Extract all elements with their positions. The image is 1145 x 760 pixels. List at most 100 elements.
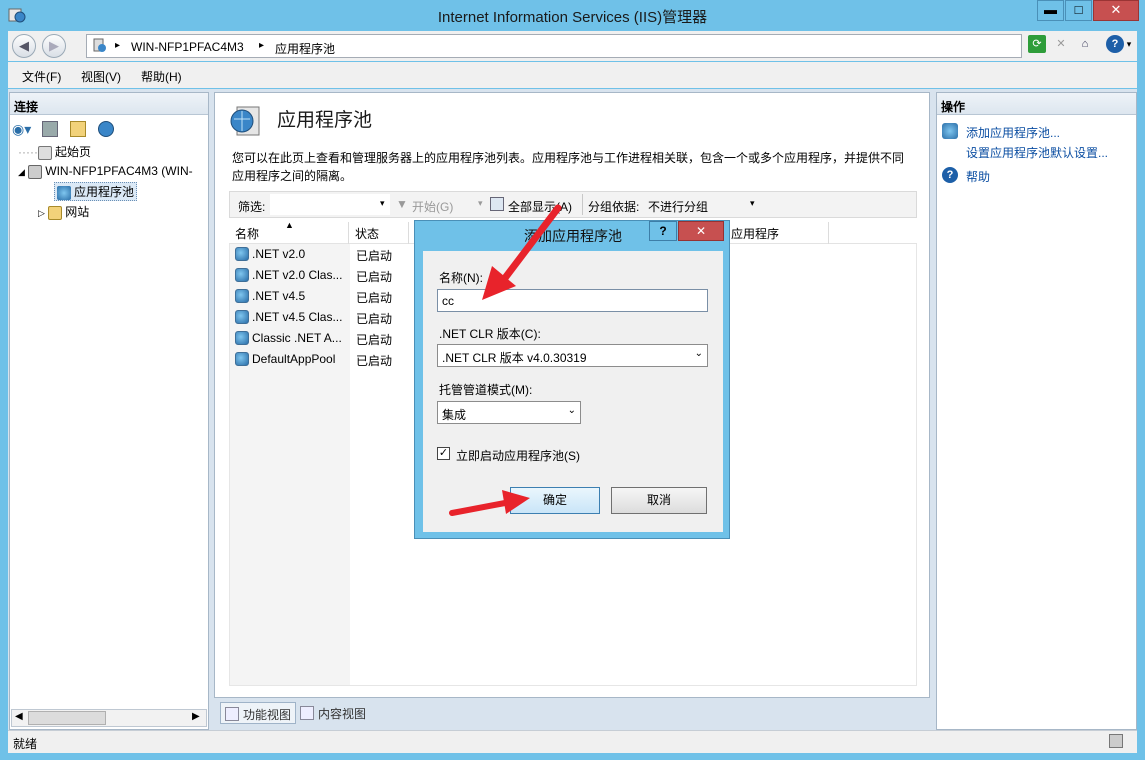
menu-help[interactable]: 帮助(H)	[141, 68, 182, 85]
maximize-button[interactable]: □	[1065, 0, 1092, 21]
autostart-label: 立即启动应用程序池(S)	[456, 449, 580, 463]
clr-version-select[interactable]: .NET CLR 版本 v4.0.30319 ⌄	[437, 344, 708, 367]
column-status[interactable]: 状态	[349, 222, 409, 244]
dialog-help-button[interactable]: ?	[649, 221, 677, 241]
server-icon	[28, 164, 43, 179]
window-title: Internet Information Services (IIS)管理器	[437, 9, 708, 26]
server-icon	[91, 37, 107, 56]
app-pool-icon	[235, 289, 249, 303]
status-text: 就绪	[13, 737, 38, 751]
start-dropdown-icon[interactable]: ▾	[478, 198, 483, 209]
menu-view[interactable]: 视图(V)	[81, 68, 121, 85]
connect-globe-icon[interactable]: ◉▾	[12, 121, 31, 138]
connections-toolbar: ◉▾	[12, 119, 206, 141]
pipeline-mode-label: 托管管道模式(M):	[439, 383, 533, 397]
tree-app-pools[interactable]: 应用程序池	[54, 182, 138, 201]
chevron-down-icon: ⌄	[567, 405, 576, 416]
list-item[interactable]: .NET v2.0 Clas... 已启动	[230, 265, 430, 286]
clr-version-label: .NET CLR 版本(C):	[439, 327, 541, 341]
page-title: 应用程序池	[277, 110, 373, 131]
list-item[interactable]: .NET v2.0 已启动	[230, 244, 430, 265]
content-view-icon	[300, 706, 314, 720]
close-button[interactable]: ✕	[1093, 0, 1139, 21]
group-by-label: 分组依据:	[588, 200, 640, 214]
scroll-left-icon[interactable]: ◀	[15, 711, 23, 722]
set-pool-defaults-link[interactable]: 设置应用程序池默认设置...	[966, 144, 1108, 161]
app-pool-icon	[235, 331, 249, 345]
status-bar: 就绪	[8, 730, 1137, 753]
title-bar: Internet Information Services (IIS)管理器 ▬…	[0, 0, 1145, 30]
help-icon[interactable]: ?	[1106, 35, 1124, 53]
breadcrumb-separator: ▸	[115, 40, 121, 51]
toolbar-divider	[582, 194, 583, 215]
app-pool-icon	[235, 310, 249, 324]
help-dropdown-icon[interactable]: ▾	[1124, 35, 1134, 53]
show-all-button[interactable]: 全部显示(A)	[508, 198, 572, 215]
expanded-icon: ◢	[18, 167, 25, 177]
tab-content-view[interactable]: 内容视图	[296, 702, 370, 724]
breadcrumb-separator: ▸	[259, 40, 265, 51]
refresh-icon[interactable]: ⟳	[1028, 35, 1046, 53]
connections-pane: 连接 ◉▾ ····· 起始页 ◢ WIN-NFP1PFAC4M3 (WIN- 应…	[9, 92, 209, 730]
app-pool-icon	[235, 247, 249, 261]
actions-pane: 操作 添加应用程序池... 设置应用程序池默认设置... ? 帮助	[936, 92, 1137, 730]
filter-dropdown-icon[interactable]: ▾	[380, 198, 385, 209]
features-view-icon	[225, 707, 239, 721]
disconnect-icon[interactable]	[98, 121, 114, 137]
start-filter-button[interactable]: 开始(G)	[412, 198, 453, 215]
back-button[interactable]: ◀	[12, 34, 36, 58]
dialog-close-button[interactable]: ✕	[678, 221, 724, 241]
filter-input[interactable]	[270, 194, 390, 215]
autostart-checkbox[interactable]: ✓	[437, 447, 450, 460]
back-arrow-icon: ◀	[19, 38, 29, 53]
list-item[interactable]: .NET v4.5 Clas... 已启动	[230, 307, 430, 328]
address-row: ◀ ▶ ▸ WIN-NFP1PFAC4M3 ▸ 应用程序池 ⟳ ✕ ⌂ ? ▾	[8, 31, 1137, 61]
show-all-icon	[490, 197, 504, 211]
breadcrumb-app-pools[interactable]: 应用程序池	[275, 40, 335, 57]
pipeline-mode-select[interactable]: 集成 ⌄	[437, 401, 581, 424]
help-icon: ?	[942, 167, 958, 183]
filter-funnel-icon: ▼	[396, 197, 408, 211]
list-item[interactable]: Classic .NET A... 已启动	[230, 328, 430, 349]
list-item[interactable]: .NET v4.5 已启动	[230, 286, 430, 307]
actions-title: 操作	[937, 93, 1136, 115]
group-by-dropdown-icon[interactable]: ▾	[750, 198, 755, 209]
tree-server[interactable]: ◢ WIN-NFP1PFAC4M3 (WIN-	[18, 164, 193, 179]
menu-file[interactable]: 文件(F)	[22, 68, 61, 85]
ok-button[interactable]: 确定	[510, 487, 600, 514]
dialog-body: 名称(N): cc .NET CLR 版本(C): .NET CLR 版本 v4…	[423, 251, 723, 532]
page-description: 您可以在此页上查看和管理服务器上的应用程序池列表。应用程序池与工作进程相关联，包…	[232, 151, 905, 183]
sites-folder-icon	[48, 205, 63, 220]
breadcrumb-server[interactable]: WIN-NFP1PFAC4M3	[131, 40, 244, 54]
minimize-button[interactable]: ▬	[1037, 0, 1064, 21]
horizontal-scrollbar[interactable]: ◀ ▶	[11, 709, 207, 727]
tree-sites[interactable]: ▷ 网站	[38, 203, 89, 220]
group-by-select[interactable]: 不进行分组	[648, 198, 708, 215]
tab-features-view[interactable]: 功能视图	[220, 702, 297, 724]
forward-arrow-icon: ▶	[49, 38, 59, 53]
address-bar[interactable]: ▸ WIN-NFP1PFAC4M3 ▸ 应用程序池	[86, 34, 1022, 58]
name-input[interactable]: cc	[437, 289, 708, 312]
help-link[interactable]: 帮助	[966, 168, 990, 185]
add-app-pool-dialog: 添加应用程序池 ? ✕ 名称(N): cc .NET CLR 版本(C): .N…	[414, 220, 730, 539]
forward-button[interactable]: ▶	[42, 34, 66, 58]
home-icon[interactable]: ⌂	[1076, 35, 1094, 53]
app-pool-icon	[57, 185, 71, 200]
start-page-icon	[37, 145, 52, 160]
scroll-thumb[interactable]	[28, 711, 106, 725]
tree-start-page[interactable]: ····· 起始页	[18, 143, 91, 160]
chevron-down-icon: ⌄	[694, 348, 703, 359]
list-item[interactable]: DefaultAppPool 已启动	[230, 349, 430, 370]
folder-icon[interactable]	[70, 121, 86, 137]
sort-ascending-icon: ▲	[285, 220, 294, 230]
name-label: 名称(N):	[439, 271, 483, 285]
column-applications[interactable]: 应用程序	[724, 222, 829, 244]
column-name[interactable]: 名称 ▲	[229, 220, 349, 244]
stop-icon[interactable]: ✕	[1052, 35, 1070, 53]
cancel-button[interactable]: 取消	[611, 487, 707, 514]
scroll-right-icon[interactable]: ▶	[192, 711, 200, 722]
add-app-pool-link[interactable]: 添加应用程序池...	[966, 124, 1060, 141]
collapsed-icon: ▷	[38, 208, 45, 218]
save-icon[interactable]	[42, 121, 58, 137]
app-pool-icon	[235, 268, 249, 282]
